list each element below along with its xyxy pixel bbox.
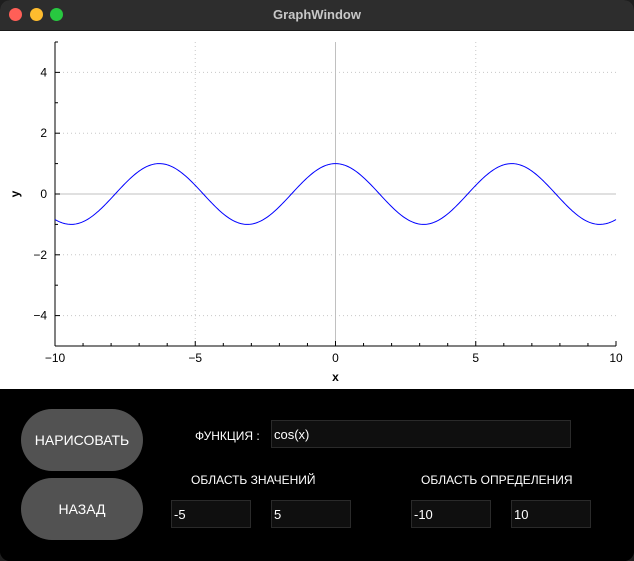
domain-label: ОБЛАСТЬ ОПРЕДЕЛЕНИЯ — [421, 473, 573, 487]
x-tick-label: −5 — [188, 351, 202, 365]
y-axis-title: y — [8, 190, 22, 197]
x-axis-title: x — [332, 370, 339, 384]
domain-max-input[interactable] — [511, 500, 591, 528]
graph-plot-area: −10 −5 0 5 10 −4 −2 0 2 4 x y — [0, 31, 634, 389]
x-tick-label: 0 — [332, 351, 339, 365]
function-plot: −10 −5 0 5 10 −4 −2 0 2 4 x y — [8, 41, 623, 384]
back-button[interactable]: НАЗАД — [21, 478, 143, 540]
x-tick-label: 5 — [472, 351, 479, 365]
title-bar: GraphWindow — [0, 0, 634, 31]
function-label: ФУНКЦИЯ : — [195, 429, 260, 443]
x-tick-label: 10 — [609, 351, 623, 365]
y-tick-label: 4 — [40, 65, 47, 79]
y-tick-label: −4 — [33, 309, 47, 323]
x-tick-label: −10 — [45, 351, 66, 365]
y-tick-label: −2 — [33, 248, 47, 262]
function-input[interactable] — [271, 420, 571, 448]
range-label: ОБЛАСТЬ ЗНАЧЕНИЙ — [191, 473, 316, 487]
graph-window: GraphWindow −10 −5 0 5 10 −4 −2 0 2 4 x y НАРИСОВАТ… — [0, 0, 634, 561]
y-tick-label: 0 — [40, 187, 47, 201]
y-tick-label: 2 — [40, 126, 47, 140]
domain-min-input[interactable] — [411, 500, 491, 528]
range-max-input[interactable] — [271, 500, 351, 528]
range-min-input[interactable] — [171, 500, 251, 528]
window-title: GraphWindow — [273, 7, 361, 22]
draw-button[interactable]: НАРИСОВАТЬ — [21, 409, 143, 471]
controls-panel: НАРИСОВАТЬ НАЗАД ФУНКЦИЯ : ОБЛАСТЬ ЗНАЧЕ… — [0, 389, 634, 561]
